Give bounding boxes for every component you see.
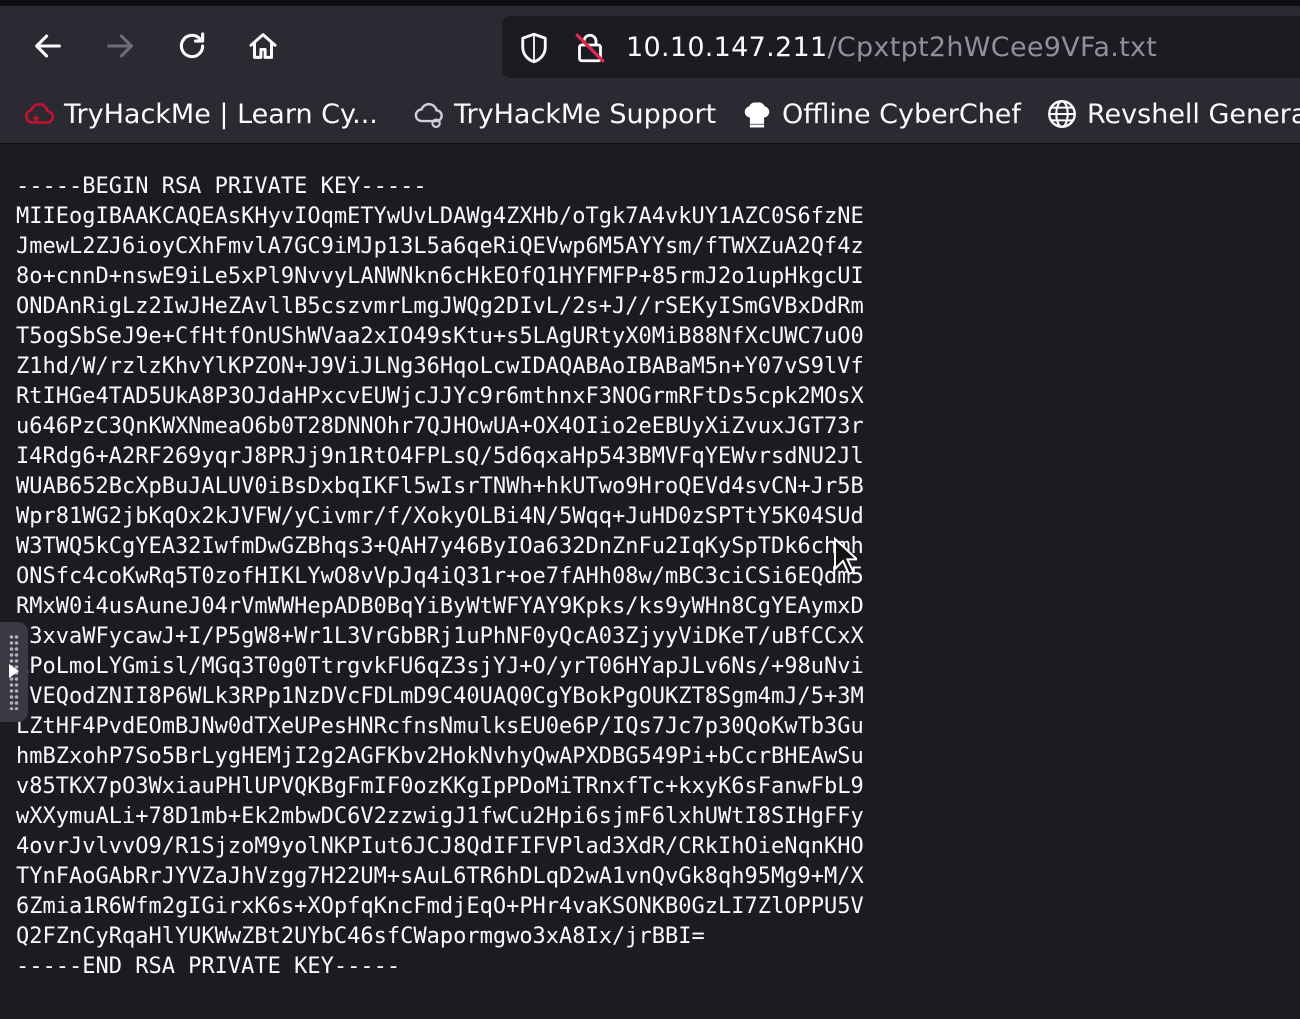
browser-toolbar: 10.10.147.211/Cpxtpt2hWCee9VFa.txt bbox=[0, 6, 1300, 86]
home-button[interactable] bbox=[241, 24, 285, 68]
key-line: RtIHGe4TAD5UkA8P3OJdaHPxcvEUWjcJJYc9r6mt… bbox=[16, 384, 864, 409]
bookmark-tryhackme[interactable]: TryHackMe | Learn Cy... bbox=[22, 94, 378, 134]
sidebar-toggle-tab[interactable] bbox=[0, 622, 28, 722]
bookmark-label: TryHackMe | Learn Cy... bbox=[64, 98, 378, 130]
bookmarks-toolbar: TryHackMe | Learn Cy... TryHackMe Suppor… bbox=[0, 86, 1300, 144]
key-line: u646PzC3QnKWXNmeaO6b0T28DNNOhr7QJHOwUA+O… bbox=[16, 414, 864, 439]
forward-button[interactable] bbox=[98, 24, 142, 68]
key-end-line: -----END RSA PRIVATE KEY----- bbox=[16, 954, 401, 979]
key-line: Wpr81WG2jbKqOx2kJVFW/yCivmr/f/XokyOLBi4N… bbox=[16, 504, 864, 529]
reload-button[interactable] bbox=[170, 24, 214, 68]
key-line: wXXymuALi+78D1mb+Ek2mbwDC6V2zzwigJ1fwCu2… bbox=[16, 804, 864, 829]
tryhackme-cloud-icon bbox=[25, 102, 54, 124]
back-button[interactable] bbox=[26, 24, 70, 68]
rsa-private-key-text: -----BEGIN RSA PRIVATE KEY----- MIIEogIB… bbox=[16, 172, 864, 982]
key-line: 8o+cnnD+nswE9iLe5xPl9NvvyLANWNkn6cHkEOfQ… bbox=[16, 264, 864, 289]
bookmark-tryhackme-support[interactable]: TryHackMe Support bbox=[412, 94, 716, 134]
key-line: WUAB652BcXpBuJALUV0iBsDxbqIKFl5wIsrTNWh+… bbox=[16, 474, 864, 499]
key-line: 4ovrJvlvvO9/R1SjzoM9yolNKPIut6JCJ8QdIFIF… bbox=[16, 834, 864, 859]
tracking-protection-shield-icon[interactable] bbox=[516, 30, 552, 66]
key-line: JmewL2ZJ6ioyCXhFmvlA7GC9iMJp13L5a6qeRiQE… bbox=[16, 234, 864, 259]
key-line: q3xvaWFycawJ+I/P5gW8+Wr1L3VrGbBRj1uPhNF0… bbox=[16, 624, 864, 649]
home-icon bbox=[249, 33, 277, 59]
key-line: TYnFAoGAbRrJYVZaJhVzgg7H22UM+sAuL6TR6hDL… bbox=[16, 864, 864, 889]
key-body: MIIEogIBAAKCAQEAsKHyvIOqmETYwUvLDAWg4ZXH… bbox=[16, 204, 864, 949]
url-host: 10.10.147.211 bbox=[626, 32, 828, 63]
bookmark-label: Revshell Genera bbox=[1087, 98, 1300, 130]
page-content: -----BEGIN RSA PRIVATE KEY----- MIIEogIB… bbox=[0, 144, 1300, 1019]
key-line: ONDAnRigLz2IwJHeZAvllB5cszvmrLmgJWQg2DIv… bbox=[16, 294, 864, 319]
bookmark-revshell-generator[interactable]: Revshell Genera bbox=[1045, 94, 1300, 134]
key-line: RMxW0i4usAuneJ04rVmWWHepADB0BqYiByWtWFYA… bbox=[16, 594, 864, 619]
key-line: v85TKX7pO3WxiauPHlUPVQKBgFmIF0ozKKgIpPDo… bbox=[16, 774, 864, 799]
bookmark-label: TryHackMe Support bbox=[454, 98, 717, 130]
expand-arrow-icon bbox=[9, 664, 19, 678]
url-text[interactable]: 10.10.147.211/Cpxtpt2hWCee9VFa.txt bbox=[626, 28, 1157, 68]
key-line: 3VEQodZNII8P6WLk3RPp1NzDVcFDLmD9C40UAQ0C… bbox=[16, 684, 864, 709]
key-line: MIIEogIBAAKCAQEAsKHyvIOqmETYwUvLDAWg4ZXH… bbox=[16, 204, 864, 229]
bookmark-label: Offline CyberChef bbox=[782, 98, 1021, 130]
chef-hat-icon bbox=[744, 102, 770, 128]
key-line: ONSfc4coKwRq5T0zofHIKLYwO8vVpJq4iQ31r+oe… bbox=[16, 564, 864, 589]
insecure-connection-lock-icon[interactable] bbox=[572, 30, 608, 66]
key-begin-line: -----BEGIN RSA PRIVATE KEY----- bbox=[16, 174, 427, 199]
key-line: LPoLmoLYGmisl/MGq3T0g0TtrgvkFU6qZ3sjYJ+O… bbox=[16, 654, 864, 679]
bookmark-offline-cyberchef[interactable]: Offline CyberChef bbox=[740, 94, 1021, 134]
key-line: 6Zmia1R6Wfm2gIGirxK6s+XOpfqKncFmdjEqO+PH… bbox=[16, 894, 864, 919]
globe-icon bbox=[1048, 100, 1076, 128]
key-line: Z1hd/W/rzlzKhvYlKPZON+J9ViJLNg36HqoLcwID… bbox=[16, 354, 864, 379]
key-line: hmBZxohP7So5BrLygHEMjI2g2AGFKbv2HokNvhyQ… bbox=[16, 744, 864, 769]
key-line: LZtHF4PvdEOmBJNw0dTXeUPesHNRcfnsNmulksEU… bbox=[16, 714, 864, 739]
back-arrow-icon bbox=[35, 34, 61, 58]
key-line: W3TWQ5kCgYEA32IwfmDwGZBhqs3+QAH7y46ByIOa… bbox=[16, 534, 864, 559]
reload-icon bbox=[179, 32, 205, 59]
support-cloud-icon bbox=[414, 102, 443, 128]
forward-arrow-icon bbox=[107, 34, 133, 58]
address-bar[interactable]: 10.10.147.211/Cpxtpt2hWCee9VFa.txt bbox=[502, 16, 1300, 78]
url-path: /Cpxtpt2hWCee9VFa.txt bbox=[827, 32, 1158, 63]
key-line: I4Rdg6+A2RF269yqrJ8PRJj9n1RtO4FPLsQ/5d6q… bbox=[16, 444, 864, 469]
mouse-cursor-icon bbox=[834, 537, 857, 576]
key-line: T5ogSbSeJ9e+CfHtfOnUShWVaa2xIO49sKtu+s5L… bbox=[16, 324, 864, 349]
key-line: Q2FZnCyRqaHlYUKWwZBt2UYbC46sfCWapormgwo3… bbox=[16, 924, 705, 949]
